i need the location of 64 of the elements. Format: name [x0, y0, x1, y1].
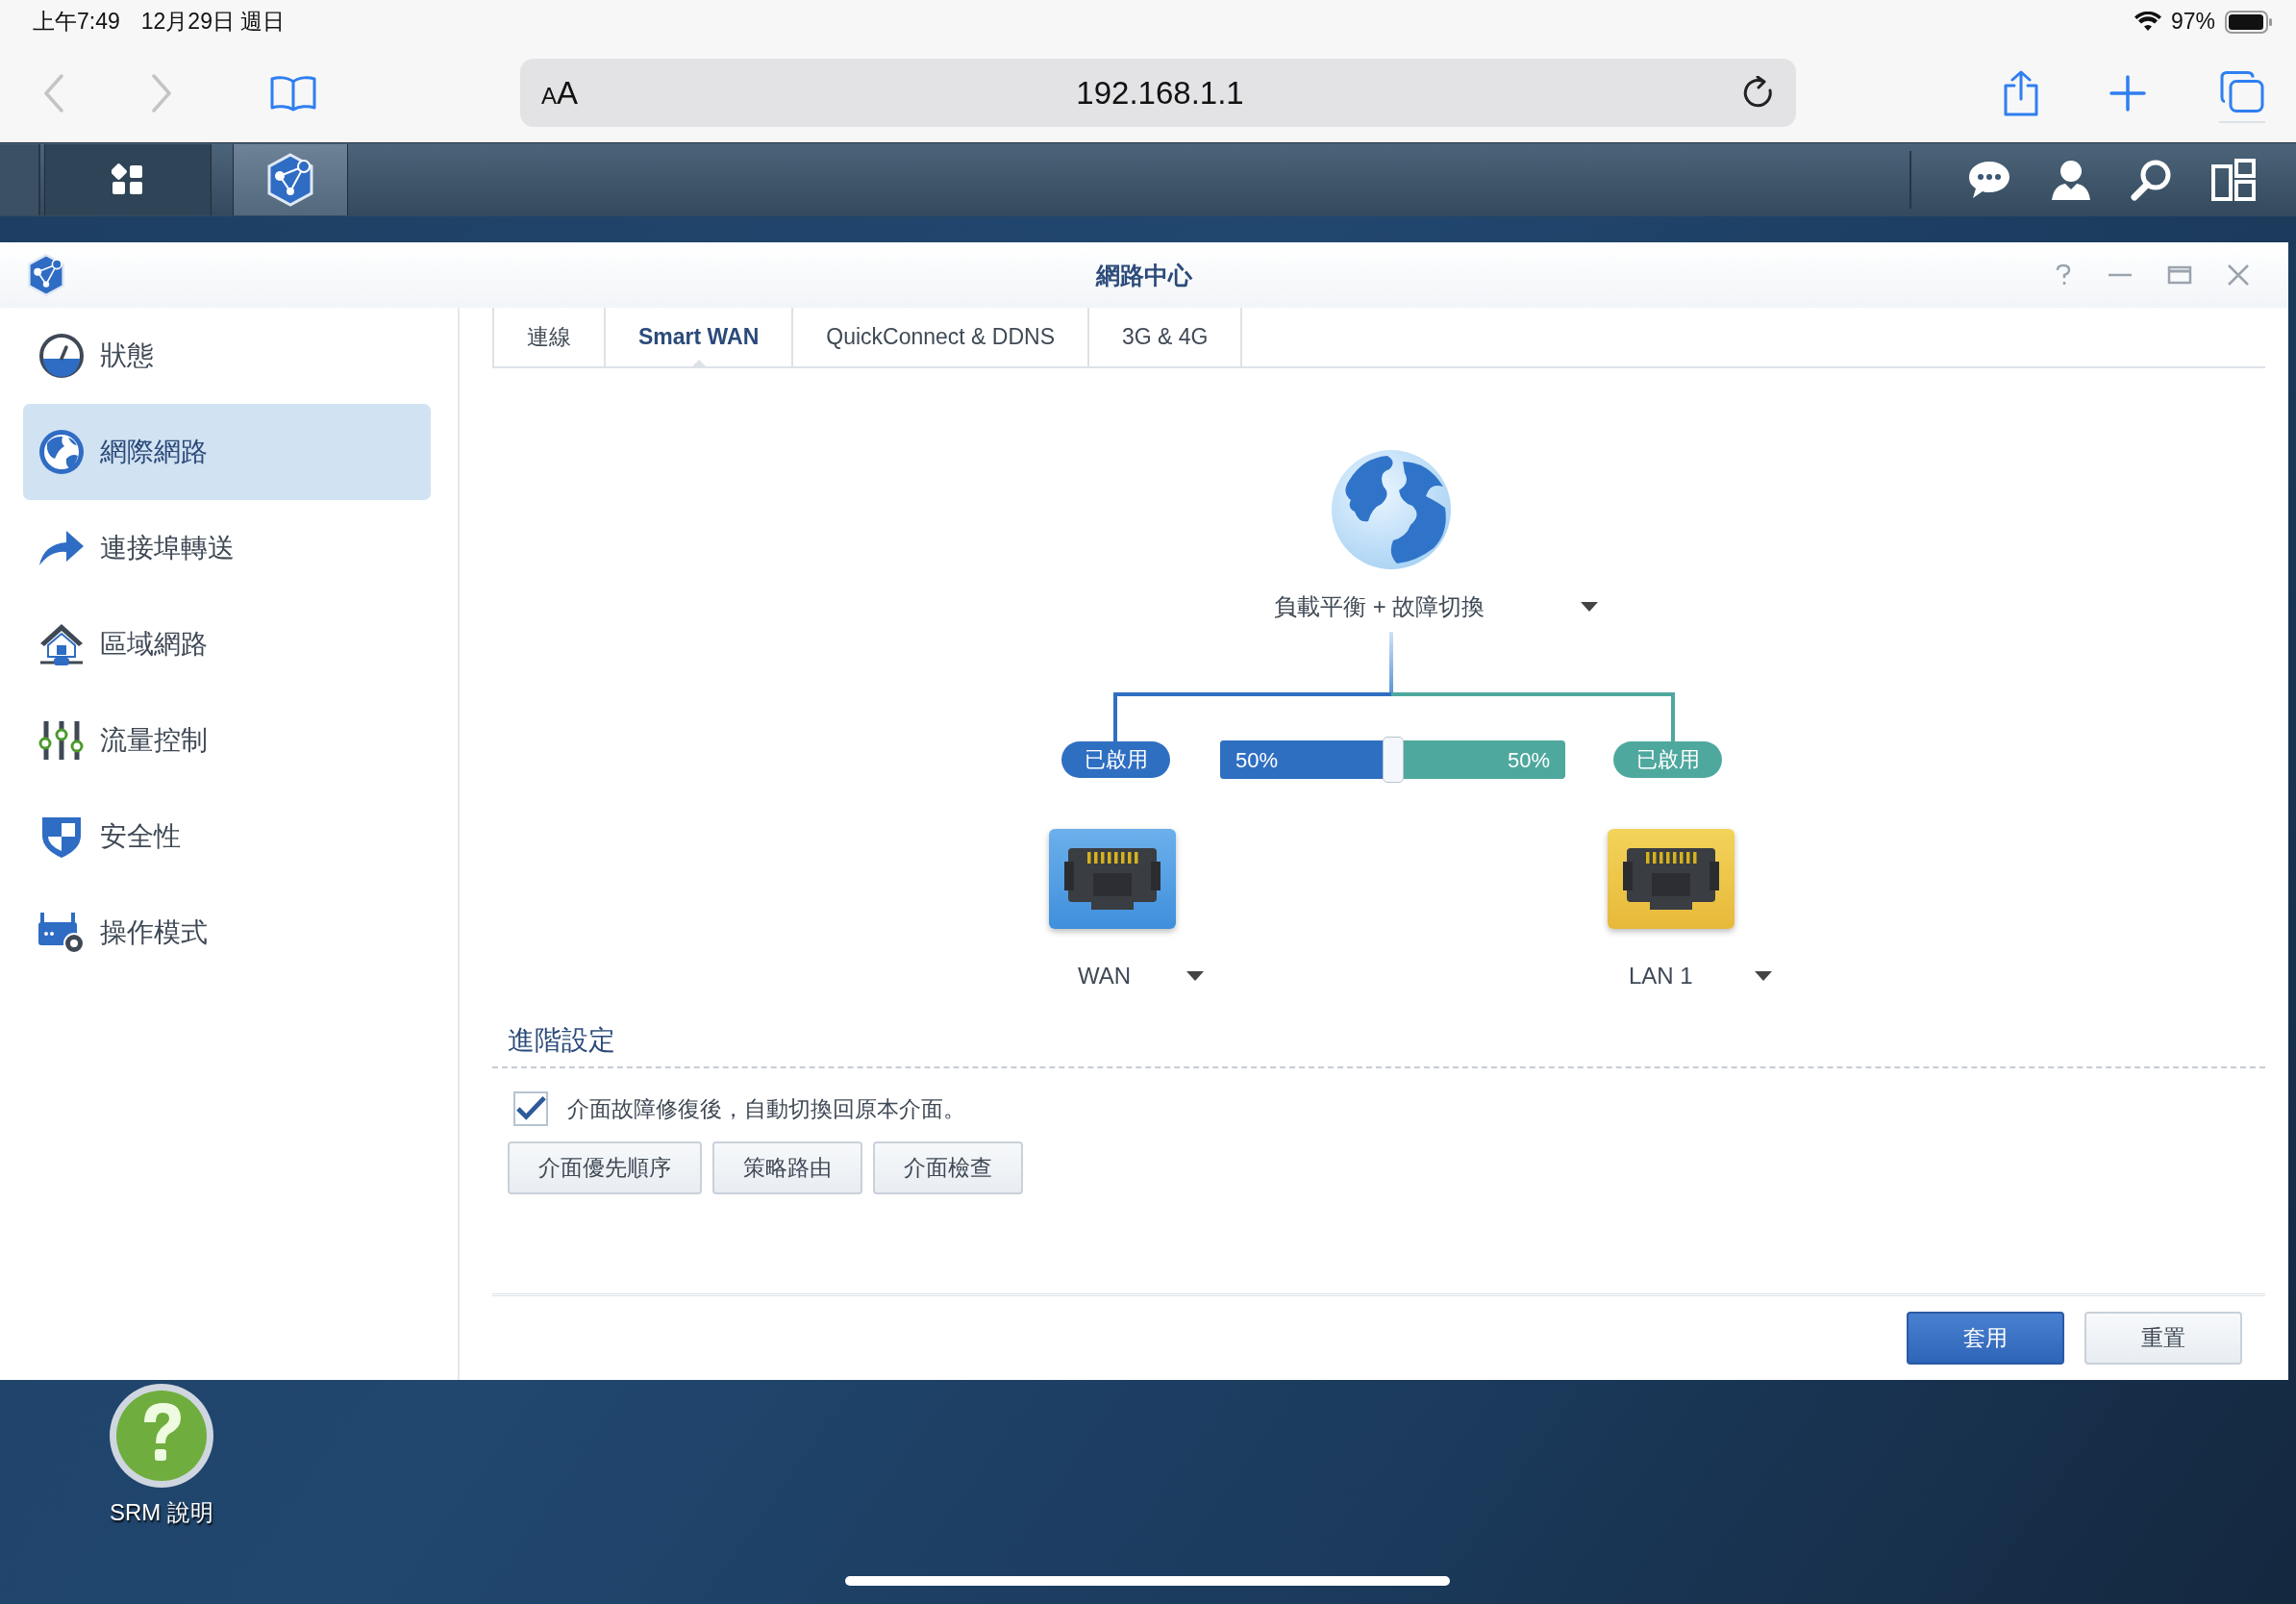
battery-icon — [2225, 10, 2273, 34]
slider-reading: 50% — [1235, 748, 1279, 773]
url-text: 192.168.1.1 — [1075, 74, 1245, 112]
checkbox-label: 介面故障修復後，自動切換回原本介面。 — [567, 1094, 965, 1123]
tab[interactable]: 3G & 4G — [1087, 308, 1243, 366]
address-bar[interactable]: AA 192.168.1.1 — [520, 59, 1796, 127]
taskbar-handle[interactable] — [0, 144, 40, 215]
reset-button[interactable]: 重置 — [2084, 1312, 2242, 1365]
status-date: 12月29日 週日 — [140, 8, 286, 36]
status-time: 上午7:49 — [33, 8, 120, 36]
tab[interactable]: QuickConnect & DDNS — [791, 308, 1087, 366]
text-size-button[interactable]: AA — [541, 74, 579, 112]
user-icon[interactable] — [2050, 159, 2092, 201]
sidebar-item[interactable]: 連接埠轉送 — [23, 500, 431, 596]
widgets-icon[interactable] — [2211, 159, 2256, 201]
book-icon[interactable] — [270, 74, 316, 112]
gauge-icon — [37, 332, 86, 380]
slider-thumb[interactable] — [1382, 737, 1404, 783]
close-icon[interactable] — [2227, 263, 2250, 287]
caret-icon — [1754, 971, 1772, 981]
new-tab-icon[interactable] — [2109, 74, 2146, 112]
globe-icon — [1330, 448, 1453, 571]
status-badge: 已啟用 — [1061, 741, 1170, 778]
sliders-icon — [38, 720, 85, 761]
sidebar-item[interactable]: 操作模式 — [23, 885, 431, 981]
curved-arrow-icon — [37, 529, 86, 567]
interface-dropdown[interactable]: WAN — [1078, 959, 1205, 993]
wifi-icon — [2134, 11, 2161, 33]
settings-button[interactable]: 介面優先順序 — [508, 1141, 702, 1194]
tab[interactable]: Smart WAN — [604, 308, 792, 366]
slider-reading: 50% — [1507, 748, 1550, 773]
checkbox[interactable] — [513, 1091, 548, 1126]
tab[interactable]: 連線 — [492, 308, 604, 366]
sidebar-item[interactable]: 安全性 — [23, 789, 431, 885]
ethernet-port-icon — [1608, 829, 1734, 929]
sidebar-item[interactable]: 狀態 — [23, 308, 431, 404]
app-taskbar-button[interactable] — [233, 144, 348, 215]
sidebar-item[interactable]: 網際網路 — [23, 404, 431, 500]
shield-icon — [39, 815, 84, 859]
mode-dropdown[interactable]: 負載平衡 + 故障切換 — [1274, 589, 1599, 624]
shortcut-label[interactable]: SRM 說明 — [110, 1497, 213, 1528]
ethernet-port-icon — [1049, 829, 1176, 929]
sidebar-item[interactable]: 區域網路 — [23, 596, 431, 692]
search-icon[interactable] — [2131, 159, 2173, 201]
section-title: 進階設定 — [507, 1024, 616, 1057]
help-icon[interactable] — [108, 1382, 215, 1490]
chat-icon[interactable] — [1967, 160, 2011, 200]
globe-icon — [37, 428, 86, 476]
settings-button[interactable]: 介面檢查 — [873, 1141, 1023, 1194]
apply-button[interactable]: 套用 — [1907, 1312, 2064, 1365]
interface-dropdown[interactable]: LAN 1 — [1629, 959, 1772, 993]
grid-icon — [112, 163, 144, 196]
home-network-icon — [38, 622, 85, 666]
router-gear-icon — [37, 911, 86, 955]
maximize-icon[interactable] — [2167, 263, 2192, 287]
caret-icon — [1186, 971, 1205, 981]
battery-percentage: 97% — [2170, 9, 2215, 35]
sidebar-item[interactable]: 流量控制 — [23, 692, 431, 789]
settings-button[interactable]: 策略路由 — [712, 1141, 862, 1194]
caret-icon — [1581, 602, 1599, 612]
status-badge: 已啟用 — [1613, 741, 1722, 778]
main-menu-button[interactable] — [44, 144, 212, 215]
share-icon[interactable] — [2002, 69, 2040, 116]
window-title: 網路中心 — [1096, 260, 1192, 290]
